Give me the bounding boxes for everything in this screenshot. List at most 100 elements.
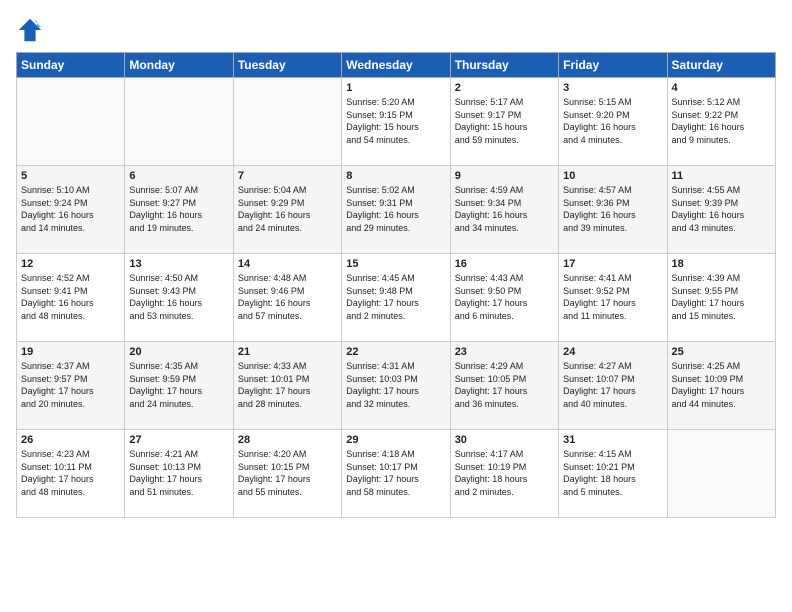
day-number: 14 xyxy=(238,258,337,270)
calendar-cell: 5Sunrise: 5:10 AM Sunset: 9:24 PM Daylig… xyxy=(17,166,125,254)
calendar-cell: 17 Sunrise: 4:41 AM Sunset: 9:52 PM Dayli… xyxy=(559,254,667,342)
day-info: Sunrise: 4:39 AM Sunset: 9:55 PM Dayligh… xyxy=(672,272,771,322)
day-info: Sunrise: 4:21 AM Sunset: 10:13 PM Daylig… xyxy=(129,448,228,498)
day-info: Sunrise: 4:29 AM Sunset: 10:05 PM Daylig… xyxy=(455,360,554,410)
day-info: Sunrise: 5:02 AM Sunset: 9:31 PM Dayligh… xyxy=(346,184,445,234)
day-info: Sunrise: 4:55 AM Sunset: 9:39 PM Dayligh… xyxy=(672,184,771,234)
calendar-cell: 23 Sunrise: 4:29 AM Sunset: 10:05 PM Dayl… xyxy=(450,342,558,430)
calendar-cell xyxy=(667,430,775,518)
calendar-cell: 28Sunrise: 4:20 AM Sunset: 10:15 PM Dayl… xyxy=(233,430,341,518)
calendar-cell: 2 Sunrise: 5:17 AM Sunset: 9:17 PM Daylig… xyxy=(450,78,558,166)
calendar-cell: 4 Sunrise: 5:12 AM Sunset: 9:22 PM Daylig… xyxy=(667,78,775,166)
calendar-cell xyxy=(17,78,125,166)
day-number: 29 xyxy=(346,434,445,446)
day-number: 4 xyxy=(672,82,771,94)
day-number: 2 xyxy=(455,82,554,94)
calendar-cell: 13 Sunrise: 4:50 AM Sunset: 9:43 PM Dayli… xyxy=(125,254,233,342)
day-number: 8 xyxy=(346,170,445,182)
day-number: 21 xyxy=(238,346,337,358)
calendar-cell: 11Sunrise: 4:55 AM Sunset: 9:39 PM Dayli… xyxy=(667,166,775,254)
calendar-week-row: 12 Sunrise: 4:52 AM Sunset: 9:41 PM Dayli… xyxy=(17,254,776,342)
logo-icon xyxy=(16,16,44,44)
calendar-cell: 18Sunrise: 4:39 AM Sunset: 9:55 PM Dayli… xyxy=(667,254,775,342)
calendar-cell: 9 Sunrise: 4:59 AM Sunset: 9:34 PM Daylig… xyxy=(450,166,558,254)
calendar-cell: 24 Sunrise: 4:27 AM Sunset: 10:07 PM Dayl… xyxy=(559,342,667,430)
calendar-cell: 31 Sunrise: 4:15 AM Sunset: 10:21 PM Dayl… xyxy=(559,430,667,518)
weekday-header: Friday xyxy=(559,53,667,78)
day-number: 15 xyxy=(346,258,445,270)
calendar-week-row: 19Sunrise: 4:37 AM Sunset: 9:57 PM Dayli… xyxy=(17,342,776,430)
day-info: Sunrise: 4:37 AM Sunset: 9:57 PM Dayligh… xyxy=(21,360,120,410)
calendar-cell: 16 Sunrise: 4:43 AM Sunset: 9:50 PM Dayli… xyxy=(450,254,558,342)
calendar-cell: 12 Sunrise: 4:52 AM Sunset: 9:41 PM Dayli… xyxy=(17,254,125,342)
day-number: 3 xyxy=(563,82,662,94)
day-number: 10 xyxy=(563,170,662,182)
day-number: 23 xyxy=(455,346,554,358)
calendar-table: SundayMondayTuesdayWednesdayThursdayFrid… xyxy=(16,52,776,518)
day-info: Sunrise: 4:33 AM Sunset: 10:01 PM Daylig… xyxy=(238,360,337,410)
day-info: Sunrise: 4:17 AM Sunset: 10:19 PM Daylig… xyxy=(455,448,554,498)
weekday-header: Tuesday xyxy=(233,53,341,78)
day-info: Sunrise: 5:07 AM Sunset: 9:27 PM Dayligh… xyxy=(129,184,228,234)
calendar-cell: 7 Sunrise: 5:04 AM Sunset: 9:29 PM Daylig… xyxy=(233,166,341,254)
day-number: 13 xyxy=(129,258,228,270)
day-number: 7 xyxy=(238,170,337,182)
calendar-cell: 15 Sunrise: 4:45 AM Sunset: 9:48 PM Dayli… xyxy=(342,254,450,342)
day-info: Sunrise: 4:48 AM Sunset: 9:46 PM Dayligh… xyxy=(238,272,337,322)
day-number: 30 xyxy=(455,434,554,446)
calendar-cell: 14 Sunrise: 4:48 AM Sunset: 9:46 PM Dayli… xyxy=(233,254,341,342)
day-info: Sunrise: 4:43 AM Sunset: 9:50 PM Dayligh… xyxy=(455,272,554,322)
day-info: Sunrise: 4:50 AM Sunset: 9:43 PM Dayligh… xyxy=(129,272,228,322)
day-number: 31 xyxy=(563,434,662,446)
calendar-cell: 10Sunrise: 4:57 AM Sunset: 9:36 PM Dayli… xyxy=(559,166,667,254)
day-info: Sunrise: 4:41 AM Sunset: 9:52 PM Dayligh… xyxy=(563,272,662,322)
calendar-cell: 8 Sunrise: 5:02 AM Sunset: 9:31 PM Daylig… xyxy=(342,166,450,254)
day-info: Sunrise: 4:45 AM Sunset: 9:48 PM Dayligh… xyxy=(346,272,445,322)
day-number: 9 xyxy=(455,170,554,182)
calendar-cell: 21 Sunrise: 4:33 AM Sunset: 10:01 PM Dayl… xyxy=(233,342,341,430)
day-info: Sunrise: 4:35 AM Sunset: 9:59 PM Dayligh… xyxy=(129,360,228,410)
day-info: Sunrise: 4:15 AM Sunset: 10:21 PM Daylig… xyxy=(563,448,662,498)
calendar-cell: 26Sunrise: 4:23 AM Sunset: 10:11 PM Dayl… xyxy=(17,430,125,518)
calendar-cell: 30 Sunrise: 4:17 AM Sunset: 10:19 PM Dayl… xyxy=(450,430,558,518)
calendar-cell: 1Sunrise: 5:20 AM Sunset: 9:15 PM Daylig… xyxy=(342,78,450,166)
day-info: Sunrise: 5:12 AM Sunset: 9:22 PM Dayligh… xyxy=(672,96,771,146)
calendar-cell: 27 Sunrise: 4:21 AM Sunset: 10:13 PM Dayl… xyxy=(125,430,233,518)
weekday-header: Monday xyxy=(125,53,233,78)
weekday-header: Saturday xyxy=(667,53,775,78)
weekday-header: Thursday xyxy=(450,53,558,78)
day-info: Sunrise: 4:27 AM Sunset: 10:07 PM Daylig… xyxy=(563,360,662,410)
calendar-cell: 22 Sunrise: 4:31 AM Sunset: 10:03 PM Dayl… xyxy=(342,342,450,430)
day-number: 25 xyxy=(672,346,771,358)
day-number: 26 xyxy=(21,434,120,446)
calendar-cell: 3Sunrise: 5:15 AM Sunset: 9:20 PM Daylig… xyxy=(559,78,667,166)
day-number: 16 xyxy=(455,258,554,270)
day-number: 27 xyxy=(129,434,228,446)
weekday-header: Sunday xyxy=(17,53,125,78)
day-number: 1 xyxy=(346,82,445,94)
day-number: 22 xyxy=(346,346,445,358)
weekday-header: Wednesday xyxy=(342,53,450,78)
day-info: Sunrise: 4:31 AM Sunset: 10:03 PM Daylig… xyxy=(346,360,445,410)
calendar-cell: 6 Sunrise: 5:07 AM Sunset: 9:27 PM Daylig… xyxy=(125,166,233,254)
calendar-cell: 29 Sunrise: 4:18 AM Sunset: 10:17 PM Dayl… xyxy=(342,430,450,518)
calendar-cell xyxy=(233,78,341,166)
day-info: Sunrise: 5:04 AM Sunset: 9:29 PM Dayligh… xyxy=(238,184,337,234)
day-number: 12 xyxy=(21,258,120,270)
day-number: 17 xyxy=(563,258,662,270)
day-info: Sunrise: 5:17 AM Sunset: 9:17 PM Dayligh… xyxy=(455,96,554,146)
day-number: 24 xyxy=(563,346,662,358)
day-info: Sunrise: 4:59 AM Sunset: 9:34 PM Dayligh… xyxy=(455,184,554,234)
logo xyxy=(16,16,48,44)
calendar-cell: 20Sunrise: 4:35 AM Sunset: 9:59 PM Dayli… xyxy=(125,342,233,430)
calendar-cell: 25Sunrise: 4:25 AM Sunset: 10:09 PM Dayl… xyxy=(667,342,775,430)
day-info: Sunrise: 5:10 AM Sunset: 9:24 PM Dayligh… xyxy=(21,184,120,234)
calendar-body: 1Sunrise: 5:20 AM Sunset: 9:15 PM Daylig… xyxy=(17,78,776,518)
calendar-header-row: SundayMondayTuesdayWednesdayThursdayFrid… xyxy=(17,53,776,78)
day-number: 28 xyxy=(238,434,337,446)
calendar-cell: 19Sunrise: 4:37 AM Sunset: 9:57 PM Dayli… xyxy=(17,342,125,430)
day-info: Sunrise: 4:18 AM Sunset: 10:17 PM Daylig… xyxy=(346,448,445,498)
day-number: 6 xyxy=(129,170,228,182)
calendar-week-row: 1Sunrise: 5:20 AM Sunset: 9:15 PM Daylig… xyxy=(17,78,776,166)
day-info: Sunrise: 4:52 AM Sunset: 9:41 PM Dayligh… xyxy=(21,272,120,322)
